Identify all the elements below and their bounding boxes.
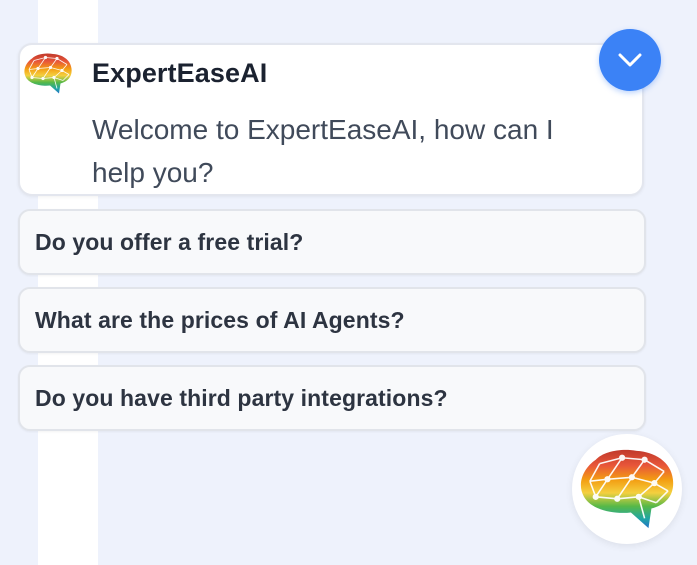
chat-launcher-button[interactable] (572, 434, 682, 544)
chevron-down-icon (618, 53, 642, 67)
brain-logo-icon (578, 448, 676, 532)
suggestion-label: Do you offer a free trial? (35, 229, 304, 255)
bot-name: ExpertEaseAI (92, 58, 268, 88)
suggestion-free-trial[interactable]: Do you offer a free trial? (18, 209, 646, 275)
suggestion-label: Do you have third party integrations? (35, 385, 448, 411)
suggestion-label: What are the prices of AI Agents? (35, 307, 405, 333)
suggestion-prices[interactable]: What are the prices of AI Agents? (18, 287, 646, 353)
collapse-button[interactable] (599, 29, 661, 91)
welcome-card: ExpertEaseAI Welcome to ExpertEaseAI, ho… (18, 43, 644, 196)
welcome-message: Welcome to ExpertEaseAI, how can I help … (92, 114, 554, 188)
brain-logo-icon (23, 52, 73, 96)
suggestion-integrations[interactable]: Do you have third party integrations? (18, 365, 646, 431)
